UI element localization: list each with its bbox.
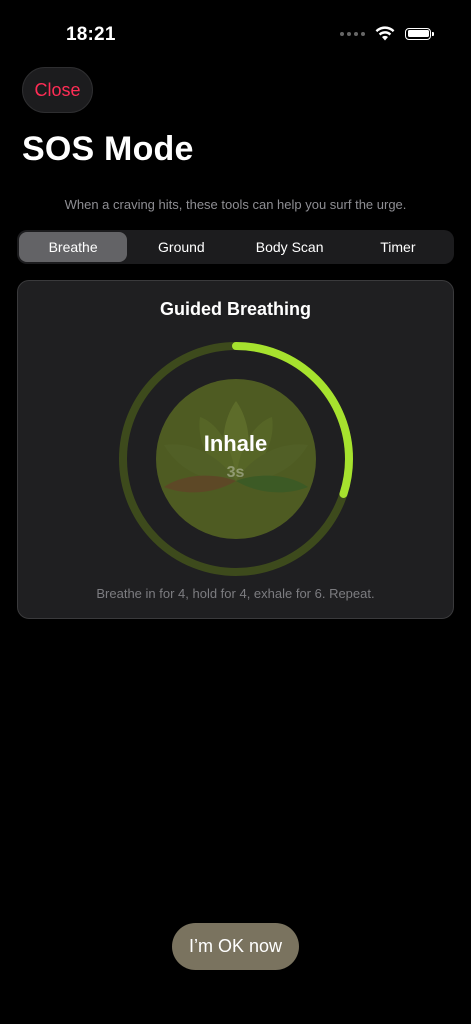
breathing-instruction: Breathe in for 4, hold for 4, exhale for… <box>96 586 375 601</box>
page-title: SOS Mode <box>22 130 194 168</box>
card-title: Guided Breathing <box>159 299 311 319</box>
tab-breathe[interactable]: Breathe <box>19 232 128 262</box>
wifi-icon <box>375 26 395 41</box>
breathing-visual <box>119 342 353 576</box>
tab-ground[interactable]: Ground <box>127 232 235 262</box>
status-bar: 18:21 <box>0 0 471 60</box>
tab-body-scan[interactable]: Body Scan <box>236 232 344 262</box>
tab-timer[interactable]: Timer <box>344 232 452 262</box>
page-subtitle: When a craving hits, these tools can hel… <box>64 197 407 212</box>
signal-dots-icon <box>340 31 365 36</box>
status-icons <box>340 26 434 41</box>
im-ok-button[interactable]: I’m OK now <box>172 923 299 970</box>
battery-icon <box>405 27 434 40</box>
breath-count: 3s <box>226 464 245 481</box>
breath-phase: Inhale <box>203 431 268 456</box>
status-time: 18:21 <box>66 24 116 45</box>
breathing-card: Guided Breathing Inhale 3s Breathe in fo… <box>17 280 454 619</box>
mode-tabs: Breathe Ground Body Scan Timer <box>17 230 454 264</box>
close-button[interactable]: Close <box>22 67 93 113</box>
